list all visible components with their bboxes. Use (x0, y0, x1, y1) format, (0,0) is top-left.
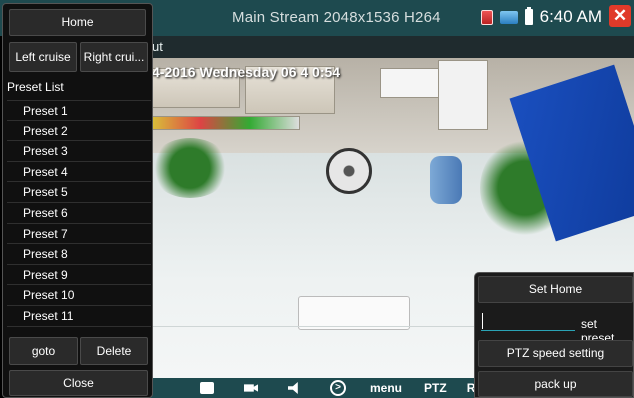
text-cursor (482, 313, 483, 329)
ptz-settings-panel: Set Home set preset PTZ speed setting pa… (474, 272, 634, 398)
preset-item[interactable]: Preset 7 (7, 224, 151, 245)
ptz-button[interactable]: PTZ (424, 381, 447, 395)
preset-list: Preset 1 Preset 2 Preset 3 Preset 4 Pres… (7, 100, 151, 327)
close-button[interactable]: Close (9, 370, 148, 396)
camera-icon[interactable] (200, 382, 214, 394)
plant (150, 138, 230, 198)
preset-item[interactable]: Preset 6 (7, 203, 151, 224)
left-cruise-button[interactable]: Left cruise (9, 42, 77, 72)
preset-item[interactable]: Preset 9 (7, 265, 151, 286)
preset-item[interactable]: Preset 1 (7, 100, 151, 121)
preset-number-input[interactable] (481, 311, 575, 331)
set-home-button[interactable]: Set Home (478, 276, 633, 303)
clock: 6:40 AM (539, 7, 602, 26)
preset-item[interactable]: Preset 2 (7, 121, 151, 142)
shelf-items (150, 116, 300, 130)
delete-button[interactable]: Delete (80, 337, 148, 365)
box (438, 60, 488, 130)
home-button[interactable]: Home (9, 9, 146, 36)
osd-timestamp: 4-2016 Wednesday 06 4 0:54 (152, 64, 341, 80)
air-conditioner (298, 296, 410, 330)
wall-fan (326, 148, 372, 194)
sd-card-icon (480, 9, 493, 25)
mute-icon[interactable] (288, 382, 298, 394)
play-icon[interactable]: > (330, 380, 346, 396)
water-bottle (430, 156, 462, 204)
sub-bar-text: ut (152, 39, 163, 54)
ptz-speed-setting-button[interactable]: PTZ speed setting (478, 340, 633, 367)
preset-item[interactable]: Preset 8 (7, 244, 151, 265)
ptz-preset-panel: Home Left cruise Right crui... Preset Li… (2, 3, 153, 398)
preset-item[interactable]: Preset 11 (7, 306, 151, 327)
goto-button[interactable]: goto (9, 337, 78, 365)
preset-item[interactable]: Preset 4 (7, 162, 151, 183)
sub-bar: ut (150, 36, 634, 58)
preset-item[interactable]: Preset 10 (7, 285, 151, 306)
box (380, 68, 440, 98)
preset-item[interactable]: Preset 3 (7, 141, 151, 162)
network-icon (499, 10, 518, 24)
status-icons: 6:40 AM (480, 7, 602, 27)
stream-title: Main Stream 2048x1536 H264 (232, 9, 441, 26)
battery-icon (524, 7, 533, 25)
pack-up-button[interactable]: pack up (478, 371, 633, 397)
menu-button[interactable]: menu (370, 381, 402, 395)
right-cruise-button[interactable]: Right crui... (80, 42, 148, 72)
preset-item[interactable]: Preset 5 (7, 182, 151, 203)
close-icon[interactable]: ✕ (609, 5, 631, 27)
video-record-icon[interactable] (244, 384, 258, 392)
preset-list-label: Preset List (7, 80, 64, 94)
